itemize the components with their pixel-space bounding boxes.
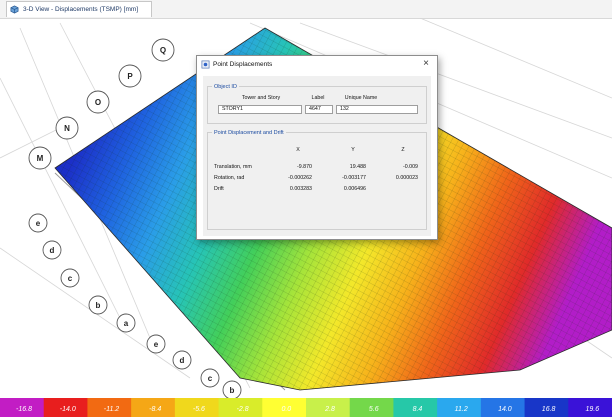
point-displacements-dialog: Point Displacements × Object ID Tower an…: [196, 55, 438, 240]
svg-text:a: a: [124, 319, 129, 328]
svg-text:c: c: [208, 374, 213, 383]
row-label-translation: Translation, mm: [214, 164, 252, 170]
col-header-x: X: [296, 147, 300, 153]
legend-tick-label: 5.6: [369, 406, 379, 413]
drift-y: 0.006496: [343, 186, 366, 192]
svg-text:Q: Q: [160, 46, 166, 55]
close-icon[interactable]: ×: [419, 57, 433, 71]
grid-bubble-m: M: [28, 146, 52, 170]
label-field: 4647: [305, 105, 333, 114]
dialog-title: Point Displacements: [213, 61, 273, 68]
grid-bubble-side-1: e: [28, 213, 48, 233]
header-label: Label: [311, 95, 325, 101]
rotation-z: 0.000023: [395, 175, 418, 181]
legend-tick-label: -14.0: [60, 406, 76, 413]
svg-text:d: d: [50, 246, 55, 255]
svg-text:P: P: [127, 72, 133, 81]
displacement-drift-legend: Point Displacement and Drift: [212, 129, 286, 137]
translation-x: -9.870: [296, 164, 312, 170]
svg-text:e: e: [36, 219, 41, 228]
legend-tick-label: 16.8: [542, 406, 556, 413]
svg-text:d: d: [180, 356, 185, 365]
legend-tick-label: 14.0: [498, 406, 512, 413]
document-tab-strip: 3-D View - Displacements (TSMP) [mm]: [0, 0, 612, 19]
grid-bubble-q: Q: [151, 38, 175, 62]
object-id-legend: Object ID: [212, 83, 239, 91]
legend-tick-label: 2.8: [324, 406, 335, 413]
legend-tick-label: 11.2: [455, 406, 468, 413]
svg-text:M: M: [37, 154, 44, 163]
unique-name-field: 132: [336, 105, 418, 114]
legend-tick-label: 0.0: [281, 406, 291, 413]
svg-text:c: c: [68, 274, 73, 283]
svg-text:N: N: [64, 124, 70, 133]
displacement-drift-group: Point Displacement and Drift X Y Z Trans…: [207, 129, 427, 230]
svg-text:O: O: [95, 98, 101, 107]
legend-tick-label: -5.6: [193, 406, 205, 413]
view-3d-icon: [10, 5, 19, 14]
grid-bubble-side-7: d: [172, 350, 192, 370]
grid-bubble-side-9: b: [222, 380, 242, 398]
view-tab-title: 3-D View - Displacements (TSMP) [mm]: [23, 6, 139, 13]
grid-bubble-side-5: a: [116, 313, 136, 333]
header-unique-name: Unique Name: [344, 95, 378, 101]
grid-bubble-side-2: d: [42, 240, 62, 260]
col-header-z: Z: [401, 147, 405, 153]
story-field: STORY1: [218, 105, 302, 114]
object-id-group: Object ID Tower and Story Label Unique N…: [207, 83, 427, 124]
rotation-y: -0.003177: [342, 175, 366, 181]
grid-bubble-side-8: c: [200, 368, 220, 388]
rotation-x: -0.000262: [288, 175, 312, 181]
grid-bubble-side-6: e: [146, 334, 166, 354]
grid-bubble-side-3: c: [60, 268, 80, 288]
legend-tick-label: -2.8: [237, 406, 249, 413]
contour-legend-bar: -16.8 -14.0 -11.2 -8.4 -5.6 -2.8 0.0 2.8 5.6 8.4 1…: [0, 398, 612, 417]
point-icon: [201, 60, 210, 69]
translation-z: -0.009: [402, 164, 418, 170]
grid-bubble-n: N: [55, 116, 79, 140]
translation-y: 19.488: [349, 164, 366, 170]
row-label-rotation: Rotation, rad: [214, 175, 245, 181]
col-header-y: Y: [351, 147, 355, 153]
grid-bubble-side-4: b: [88, 295, 108, 315]
svg-text:e: e: [154, 340, 159, 349]
row-label-drift: Drift: [214, 186, 224, 192]
dialog-title-bar: Point Displacements ×: [197, 56, 437, 73]
legend-tick-label: -8.4: [149, 406, 161, 413]
legend-tick-label: -16.8: [16, 406, 32, 413]
legend-tick-label: -11.2: [104, 406, 120, 413]
legend-tick-label: 19.6: [586, 406, 600, 413]
grid-bubble-o: O: [86, 90, 110, 114]
view-tab[interactable]: 3-D View - Displacements (TSMP) [mm]: [6, 1, 152, 17]
header-tower-story: Tower and Story: [241, 95, 281, 101]
legend-tick-label: 8.4: [413, 406, 423, 413]
drift-x: 0.003283: [289, 186, 312, 192]
grid-bubble-p: P: [118, 64, 142, 88]
svg-text:b: b: [230, 386, 235, 395]
svg-text:b: b: [96, 301, 101, 310]
dialog-body: Object ID Tower and Story Label Unique N…: [203, 76, 431, 236]
